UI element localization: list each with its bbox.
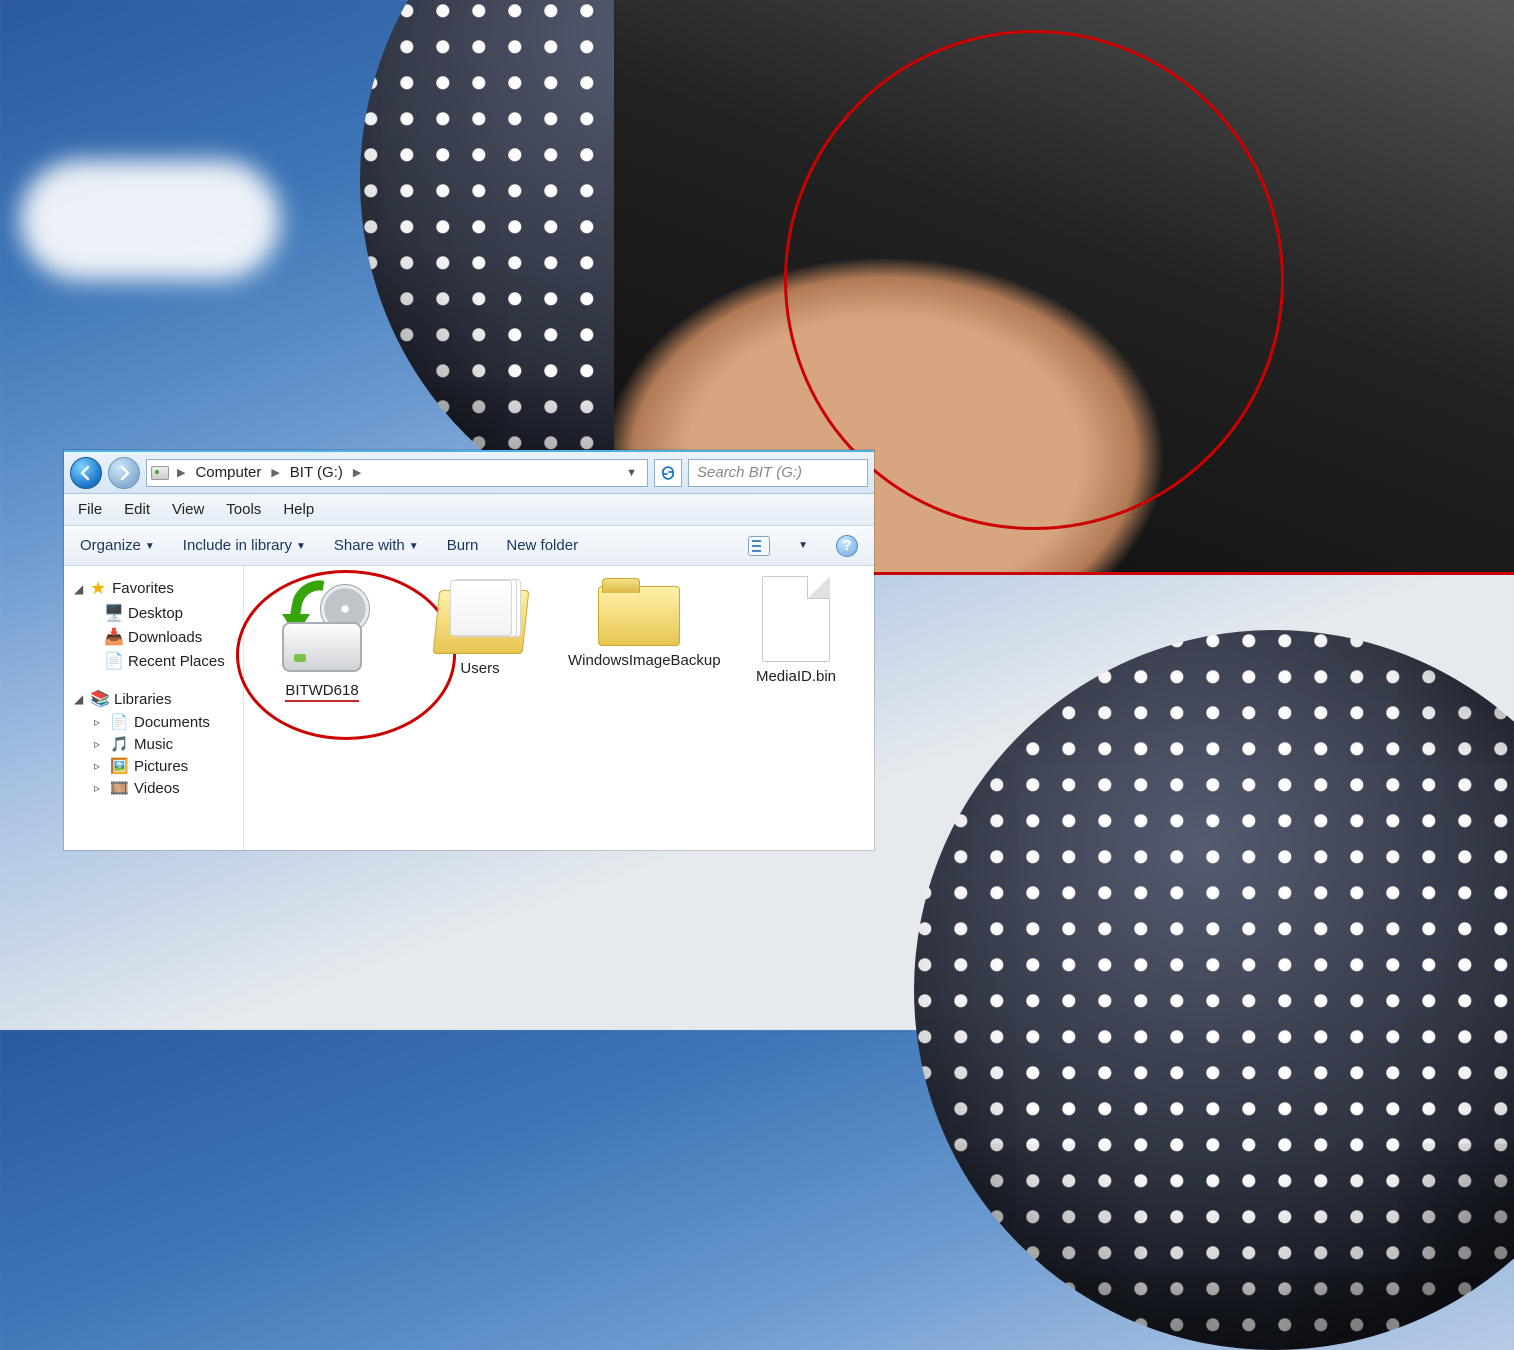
- chevron-down-icon: ▼: [145, 541, 155, 552]
- explorer-body: ◢ ★ Favorites 🖥️ Desktop 📥 Downloads 📄 R…: [64, 566, 874, 850]
- videos-icon: 🎞️: [110, 779, 128, 797]
- tree-libraries-label: Libraries: [114, 691, 172, 708]
- tree-favorites-label: Favorites: [112, 580, 174, 597]
- music-icon: 🎵: [110, 735, 128, 753]
- refresh-button[interactable]: [654, 459, 682, 487]
- tree-recent-label: Recent Places: [128, 653, 225, 670]
- caret-icon: ▹: [94, 715, 104, 729]
- menu-file[interactable]: File: [78, 501, 102, 518]
- toolbar-share-label: Share with: [334, 537, 405, 554]
- tree-downloads-label: Downloads: [128, 629, 202, 646]
- tree-desktop[interactable]: 🖥️ Desktop: [70, 601, 237, 625]
- menu-tools[interactable]: Tools: [226, 501, 261, 518]
- explorer-window: ▶ Computer ▶ BIT (G:) ▶ ▼ Search BIT (G:…: [64, 450, 874, 850]
- tree-documents-label: Documents: [134, 714, 210, 731]
- toolbar: Organize ▼ Include in library ▼ Share wi…: [64, 526, 874, 566]
- toolbar-new-folder[interactable]: New folder: [506, 537, 578, 554]
- toolbar-organize-label: Organize: [80, 537, 141, 554]
- chevron-down-icon: ▼: [409, 541, 419, 552]
- folder-icon: [596, 576, 680, 646]
- tree-pictures-label: Pictures: [134, 758, 188, 775]
- background-cloud: [20, 160, 280, 280]
- tree-downloads[interactable]: 📥 Downloads: [70, 625, 237, 649]
- tree-pictures[interactable]: ▹ 🖼️ Pictures: [70, 755, 237, 777]
- tree-desktop-label: Desktop: [128, 605, 183, 622]
- address-bar[interactable]: ▶ Computer ▶ BIT (G:) ▶ ▼: [146, 459, 648, 487]
- caret-icon: ▹: [94, 737, 104, 751]
- item-backup-label: BITWD618: [285, 682, 358, 702]
- chevron-down-icon[interactable]: ▼: [798, 540, 808, 551]
- tree-music-label: Music: [134, 736, 173, 753]
- menu-edit[interactable]: Edit: [124, 501, 150, 518]
- tree-music[interactable]: ▹ 🎵 Music: [70, 733, 237, 755]
- toolbar-burn[interactable]: Burn: [447, 537, 479, 554]
- tree-videos-label: Videos: [134, 780, 180, 797]
- menu-bar: File Edit View Tools Help: [64, 494, 874, 526]
- item-users-folder[interactable]: Users: [410, 576, 550, 677]
- backup-drive-icon: [272, 576, 372, 676]
- item-users-label: Users: [460, 660, 499, 677]
- desktop-icon: 🖥️: [104, 603, 122, 623]
- caret-icon: ◢: [74, 582, 84, 596]
- breadcrumb-sep-icon: ▶: [175, 466, 187, 479]
- menu-help[interactable]: Help: [283, 501, 314, 518]
- breadcrumb-computer[interactable]: Computer: [193, 464, 263, 481]
- forward-button[interactable]: [108, 457, 140, 489]
- content-pane: BITWD618 Users WindowsImageBackup MediaI…: [244, 566, 874, 850]
- pictures-icon: 🖼️: [110, 757, 128, 775]
- tree-libraries[interactable]: ◢ 📚 Libraries: [70, 687, 237, 711]
- navigation-pane: ◢ ★ Favorites 🖥️ Desktop 📥 Downloads 📄 R…: [64, 566, 244, 850]
- star-icon: ★: [90, 578, 106, 599]
- help-button[interactable]: ?: [836, 535, 858, 557]
- chevron-down-icon: ▼: [296, 541, 306, 552]
- address-dropdown-icon[interactable]: ▼: [620, 467, 643, 479]
- item-backup-folder[interactable]: BITWD618: [252, 576, 392, 702]
- downloads-icon: 📥: [104, 627, 122, 647]
- search-input[interactable]: Search BIT (G:): [688, 459, 868, 487]
- back-button[interactable]: [70, 457, 102, 489]
- change-view-button[interactable]: [748, 536, 770, 556]
- breadcrumb-sep-icon: ▶: [269, 466, 281, 479]
- libraries-icon: 📚: [90, 689, 108, 709]
- caret-icon: ▹: [94, 781, 104, 795]
- background-sphere-bottom: [914, 630, 1514, 1350]
- toolbar-share-with[interactable]: Share with ▼: [334, 537, 419, 554]
- toolbar-include-in-library[interactable]: Include in library ▼: [183, 537, 306, 554]
- toolbar-include-label: Include in library: [183, 537, 292, 554]
- item-windowsimagebackup-folder[interactable]: WindowsImageBackup: [568, 576, 708, 669]
- address-row: ▶ Computer ▶ BIT (G:) ▶ ▼ Search BIT (G:…: [64, 452, 874, 494]
- recent-places-icon: 📄: [104, 651, 122, 671]
- caret-icon: ▹: [94, 759, 104, 773]
- documents-icon: 📄: [110, 713, 128, 731]
- drive-icon: [151, 466, 169, 480]
- tree-favorites[interactable]: ◢ ★ Favorites: [70, 576, 237, 601]
- menu-view[interactable]: View: [172, 501, 204, 518]
- breadcrumb-drive[interactable]: BIT (G:): [288, 464, 345, 481]
- caret-icon: ◢: [74, 692, 84, 706]
- breadcrumb-sep-icon: ▶: [351, 466, 363, 479]
- file-icon: [762, 576, 830, 662]
- tree-videos[interactable]: ▹ 🎞️ Videos: [70, 777, 237, 799]
- search-placeholder: Search BIT (G:): [697, 464, 802, 481]
- toolbar-organize[interactable]: Organize ▼: [80, 537, 155, 554]
- item-mediaid-file[interactable]: MediaID.bin: [726, 576, 866, 685]
- item-mediaid-label: MediaID.bin: [756, 668, 836, 685]
- tree-documents[interactable]: ▹ 📄 Documents: [70, 711, 237, 733]
- tree-recent-places[interactable]: 📄 Recent Places: [70, 649, 237, 673]
- folder-open-icon: [436, 576, 524, 654]
- item-wib-label: WindowsImageBackup: [568, 652, 708, 669]
